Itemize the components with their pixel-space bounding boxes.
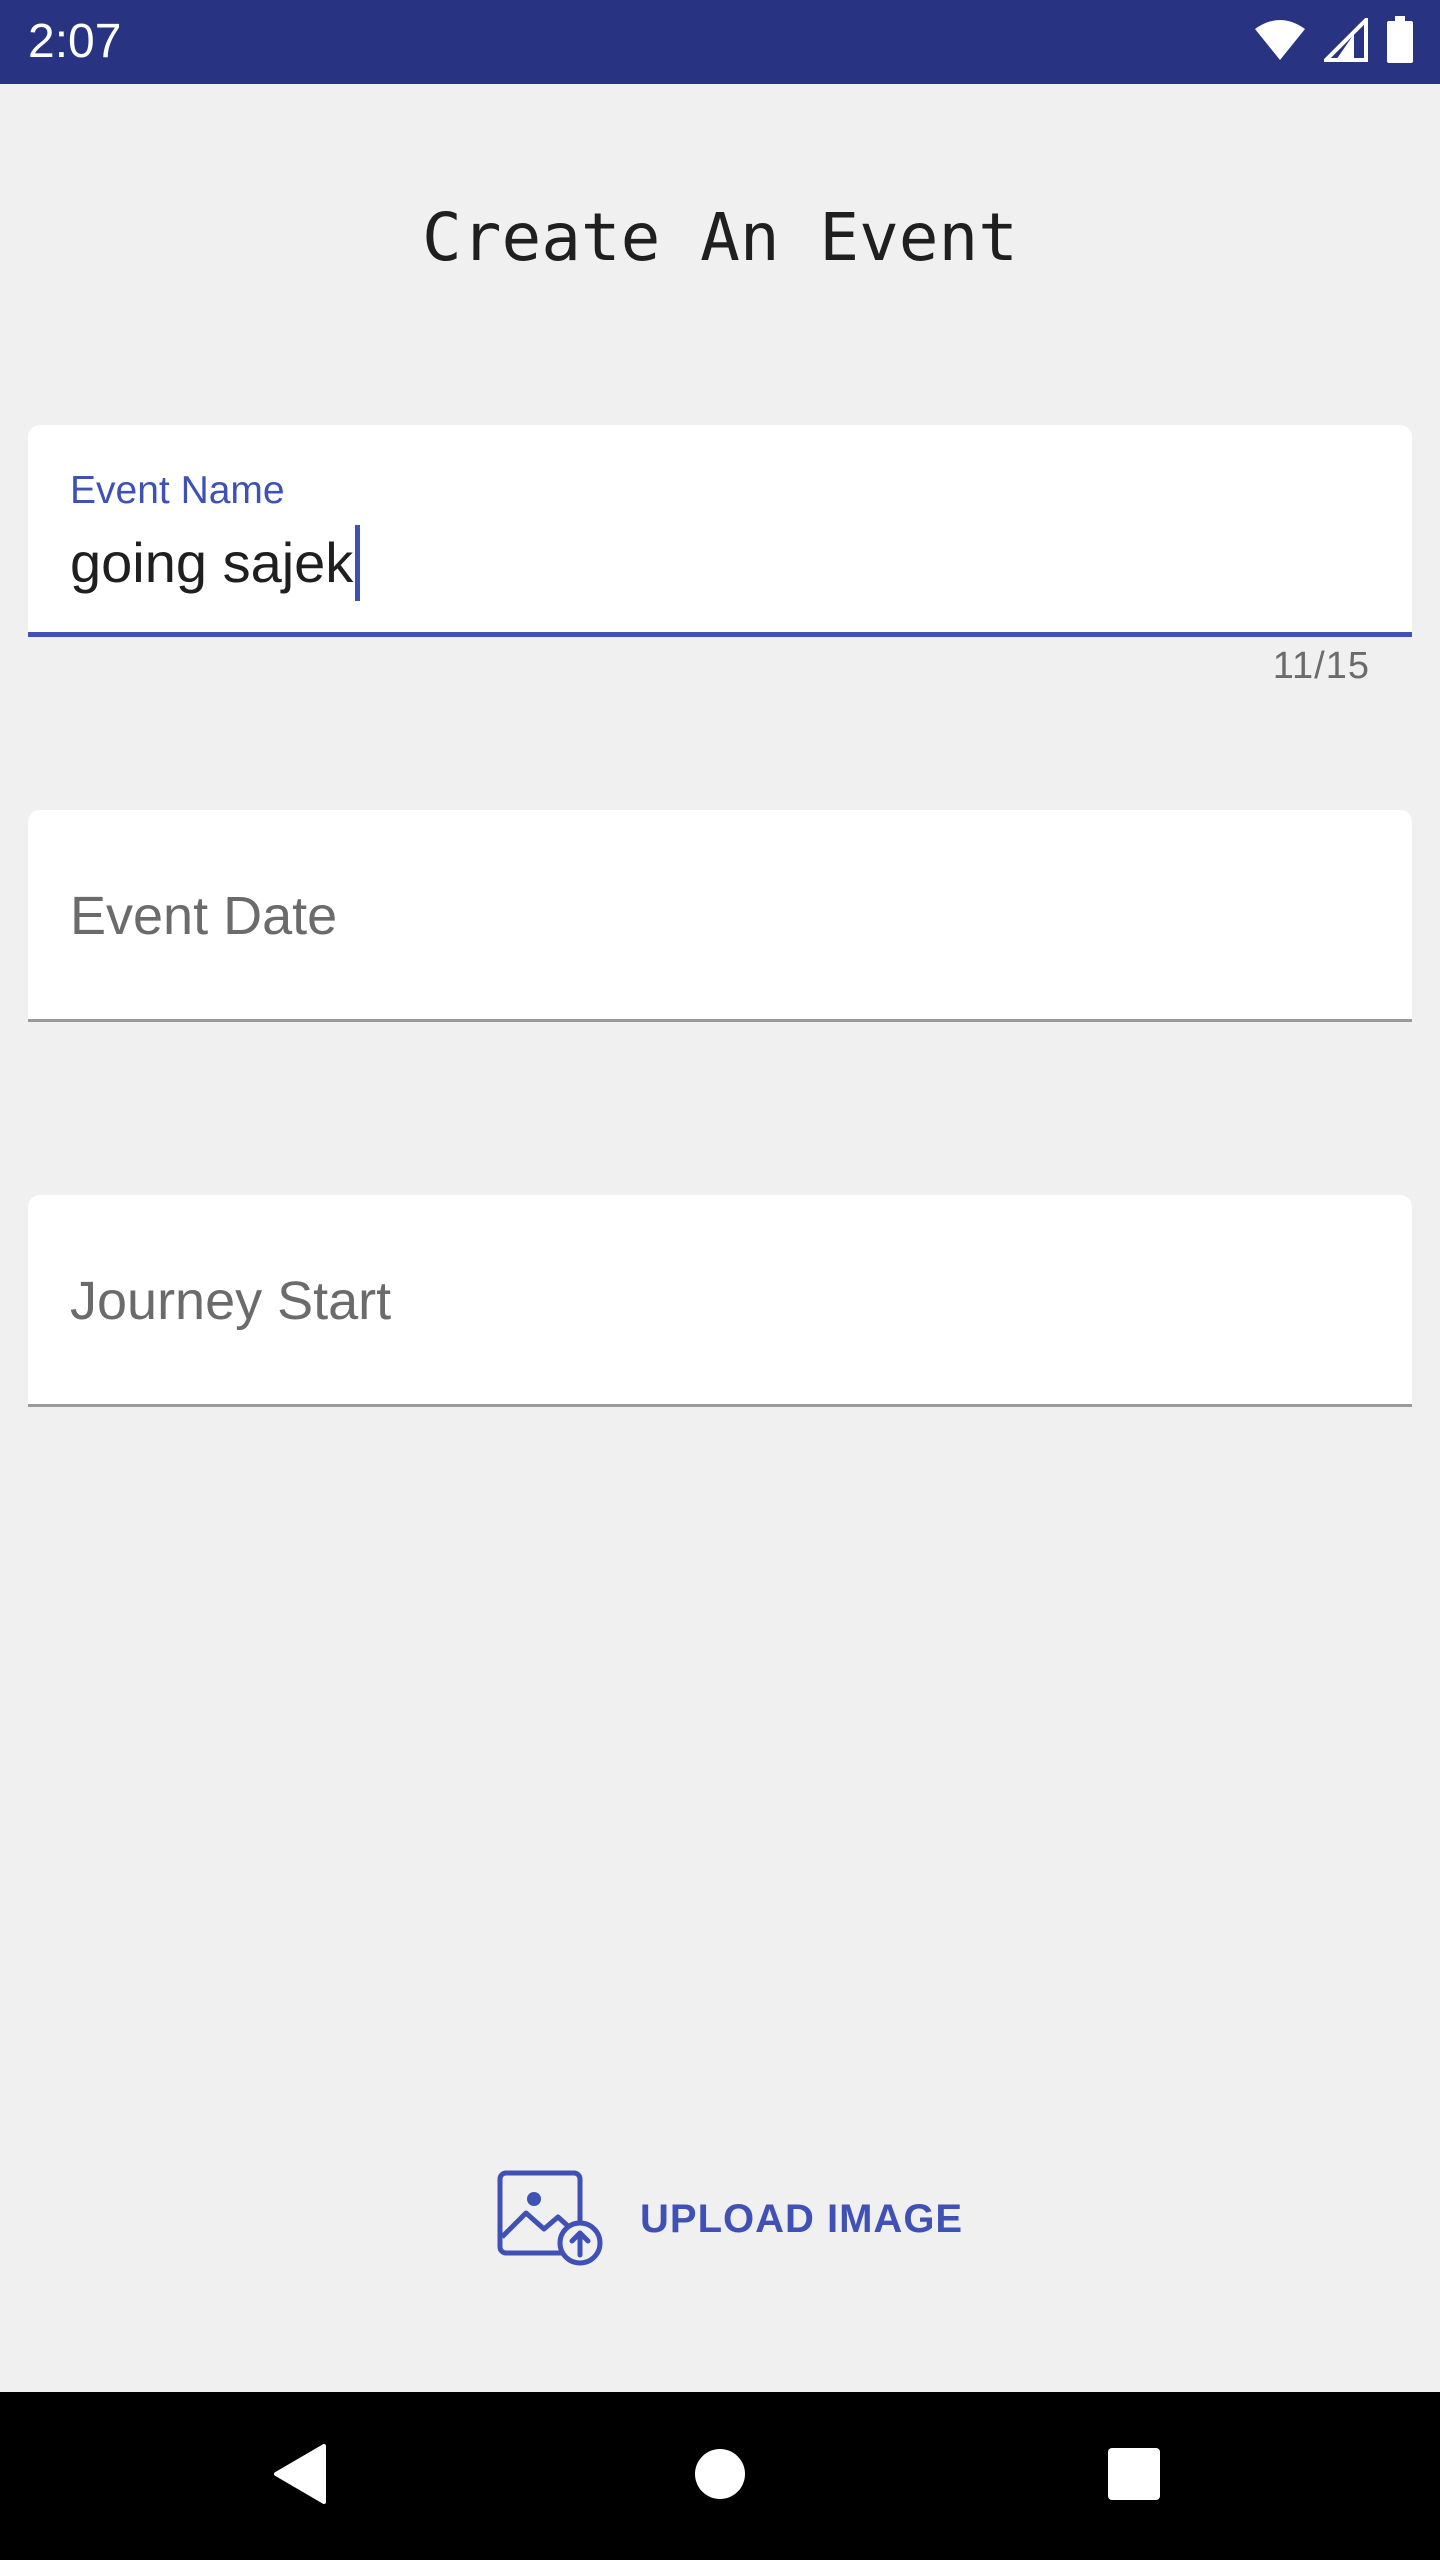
home-button[interactable] [620, 2392, 820, 2560]
status-icons [1254, 14, 1414, 69]
page-title: Create An Event [421, 199, 1019, 276]
event-name-input[interactable]: going sajek [70, 525, 361, 601]
journey-start-placeholder: Journey Start [70, 1271, 392, 1331]
text-cursor [355, 525, 361, 601]
home-icon [694, 2448, 746, 2505]
journey-start-field[interactable]: Journey Start [28, 1195, 1412, 1407]
event-date-field[interactable]: Event Date [28, 810, 1412, 1022]
cell-signal-icon [1321, 14, 1368, 67]
upload-image-label: UPLOAD IMAGE [640, 2196, 964, 2241]
upload-image-button[interactable]: UPLOAD IMAGE [496, 2164, 963, 2274]
back-icon [272, 2442, 328, 2511]
battery-icon [1386, 15, 1414, 69]
event-name-counter: 11/15 [1272, 645, 1370, 687]
image-upload-icon [496, 2167, 606, 2272]
event-date-placeholder: Event Date [70, 886, 338, 946]
event-name-field[interactable]: Event Name going sajek [28, 425, 1412, 637]
wifi-icon [1254, 19, 1306, 66]
status-bar: 2:07 [0, 0, 1440, 84]
navigation-bar [0, 2392, 1440, 2560]
recents-icon [1107, 2447, 1161, 2506]
event-name-value: going sajek [70, 531, 354, 594]
status-time: 2:07 [28, 15, 122, 68]
recents-button[interactable] [1034, 2392, 1234, 2560]
back-button[interactable] [200, 2392, 400, 2560]
event-name-label: Event Name [70, 469, 285, 512]
